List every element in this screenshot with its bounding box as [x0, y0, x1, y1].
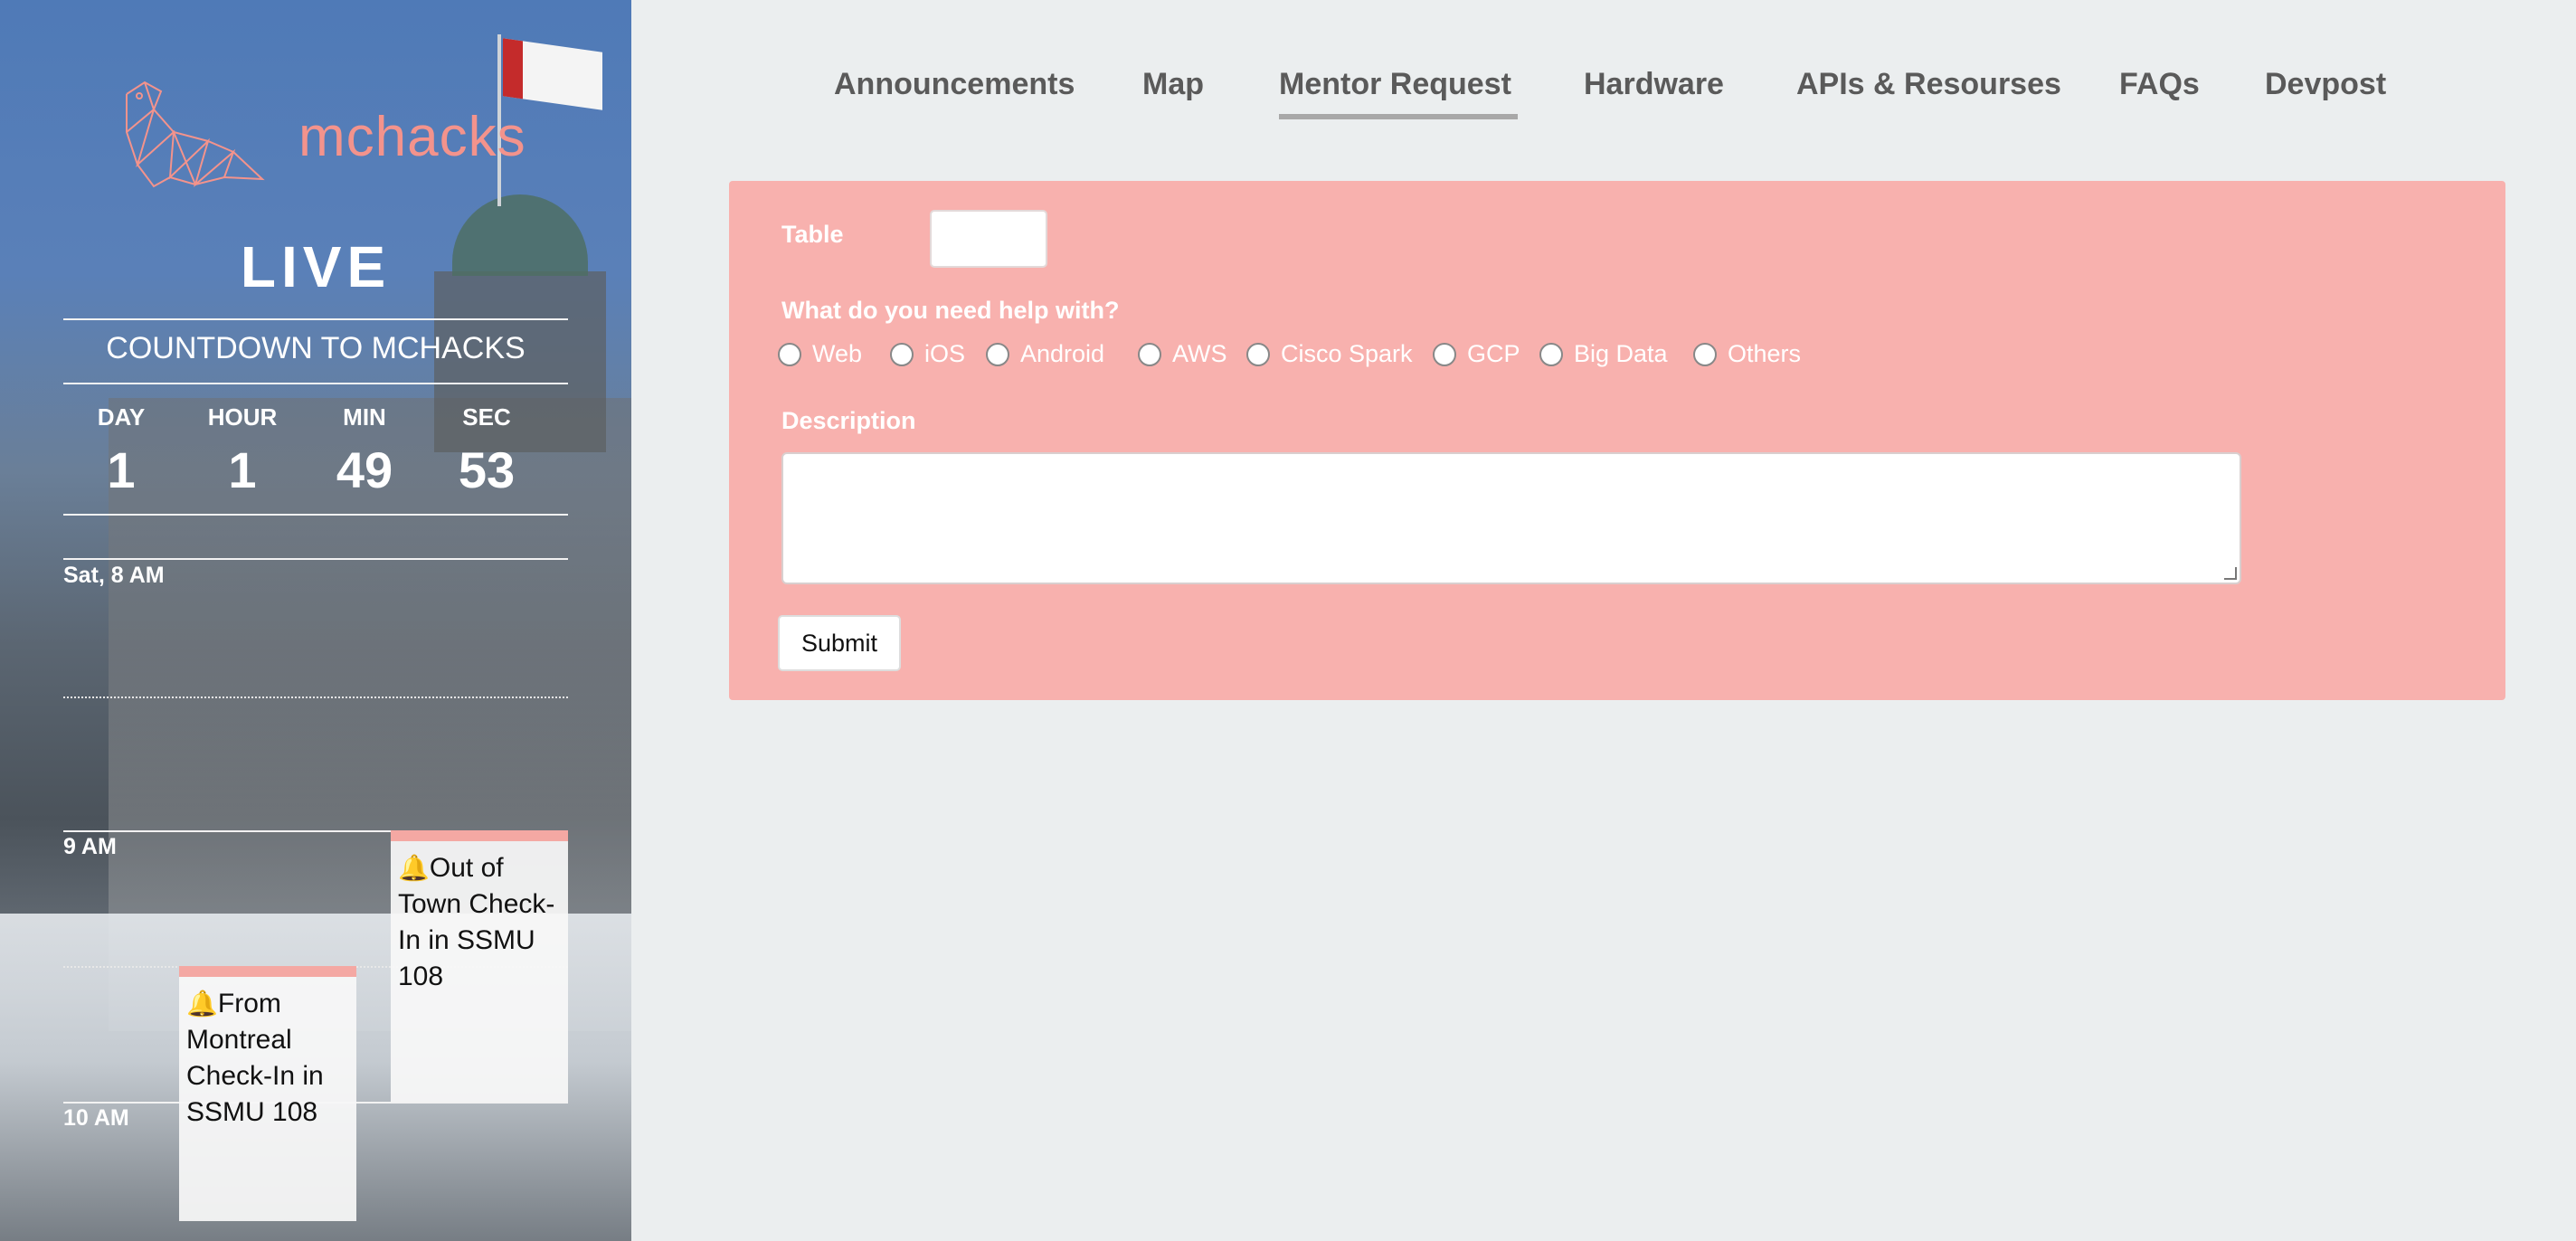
option-cisco-spark[interactable]: Cisco Spark [1246, 340, 1413, 368]
countdown-value: 49 [336, 441, 393, 498]
countdown-sec: SEC 53 [432, 403, 541, 499]
table-input[interactable] [930, 210, 1047, 268]
divider [63, 514, 568, 516]
nav-apis-resources[interactable]: APIs & Resourses [1796, 67, 2061, 102]
countdown-day: DAY 1 [67, 403, 175, 499]
time-label-9am: 9 AM [63, 834, 117, 859]
flag [503, 38, 602, 110]
nav-mentor-request[interactable]: Mentor Request [1279, 67, 1511, 102]
description-textarea[interactable] [781, 452, 2241, 584]
description-label: Description [781, 407, 916, 434]
schedule-half-hour-line [63, 696, 568, 698]
radio-button[interactable] [890, 342, 914, 366]
option-label: Android [1020, 340, 1105, 367]
option-label: Cisco Spark [1281, 340, 1413, 367]
countdown-value: 53 [458, 441, 516, 498]
countdown-value: 1 [228, 441, 257, 498]
option-label: iOS [924, 340, 966, 367]
option-label: Web [812, 340, 863, 367]
divider [63, 318, 568, 320]
divider [63, 383, 568, 384]
radio-button[interactable] [986, 342, 1009, 366]
nav-active-indicator [1279, 114, 1518, 119]
option-aws[interactable]: AWS [1138, 340, 1227, 368]
option-gcp[interactable]: GCP [1433, 340, 1520, 368]
time-label-10am: 10 AM [63, 1105, 129, 1131]
radio-button[interactable] [1246, 342, 1270, 366]
time-label-8am: Sat, 8 AM [63, 563, 165, 588]
countdown-label: MIN [343, 403, 386, 431]
radio-button[interactable] [1693, 342, 1717, 366]
option-label: GCP [1467, 340, 1520, 367]
nav-hardware[interactable]: Hardware [1584, 67, 1724, 102]
radio-button[interactable] [1539, 342, 1563, 366]
option-ios[interactable]: iOS [890, 340, 965, 368]
option-label: Others [1728, 340, 1802, 367]
option-android[interactable]: Android [986, 340, 1104, 368]
table-label: Table [781, 221, 844, 248]
radio-button[interactable] [1138, 342, 1161, 366]
option-label: AWS [1172, 340, 1227, 367]
countdown-min: MIN 49 [310, 403, 419, 499]
event-card[interactable]: 🔔Out of Town Check-In in SSMU 108 [391, 830, 568, 1102]
live-heading: LIVE [240, 234, 392, 299]
sidebar: mchacks LIVE COUNTDOWN TO MCHACKS DAY 1 … [0, 0, 631, 1241]
option-big-data[interactable]: Big Data [1539, 340, 1668, 368]
countdown-title: COUNTDOWN TO MCHACKS [106, 331, 526, 365]
nav-announcements[interactable]: Announcements [834, 67, 1075, 102]
option-others[interactable]: Others [1693, 340, 1801, 368]
radio-button[interactable] [1433, 342, 1456, 366]
bell-icon: 🔔 [398, 854, 430, 882]
nav-map[interactable]: Map [1142, 67, 1204, 102]
submit-button[interactable]: Submit [778, 615, 901, 671]
countdown-value: 1 [107, 441, 136, 498]
option-web[interactable]: Web [778, 340, 862, 368]
countdown-label: DAY [97, 403, 146, 431]
countdown-label: HOUR [207, 403, 278, 431]
schedule-hour-line [63, 558, 568, 560]
logo-text: mchacks [298, 106, 526, 168]
nav-devpost[interactable]: Devpost [2265, 67, 2386, 102]
mchacks-logo-icon [118, 78, 271, 195]
countdown-label: SEC [462, 403, 511, 431]
event-card[interactable]: 🔔From Montreal Check-In in SSMU 108 [179, 966, 356, 1221]
bell-icon: 🔔 [186, 990, 218, 1018]
resize-handle-icon[interactable] [2224, 567, 2237, 580]
mentor-request-form: Table What do you need help with? Web iO… [729, 181, 2505, 700]
radio-button[interactable] [778, 342, 801, 366]
nav-faqs[interactable]: FAQs [2119, 67, 2200, 102]
countdown-hour: HOUR 1 [188, 403, 297, 499]
option-label: Big Data [1574, 340, 1668, 367]
help-label: What do you need help with? [781, 297, 1120, 324]
